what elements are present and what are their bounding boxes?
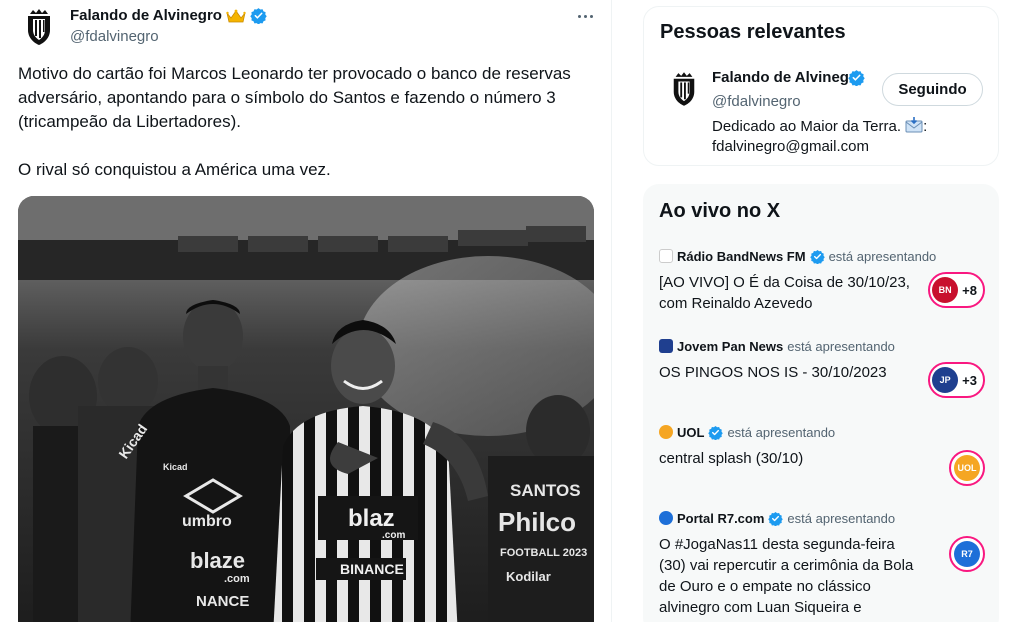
crown-icon	[226, 9, 246, 22]
jersey-kicad-chest: Kicad	[163, 462, 188, 472]
banner-text-philco: Philco	[498, 507, 576, 537]
r7-source-icon	[659, 511, 673, 525]
live-title[interactable]: OS PINGOS NOS IS - 30/10/2023	[659, 362, 917, 383]
live-source-name[interactable]: Rádio BandNews FM	[677, 249, 806, 264]
tweet-photo[interactable]: SANTOS Philco FOOTBALL 2023 Kodilar Kica…	[18, 196, 594, 622]
santos-crest-icon	[673, 72, 695, 106]
more-options-icon[interactable]	[574, 6, 596, 26]
live-panel-title: Ao vivo no X	[659, 200, 781, 222]
jersey-umbro: umbro	[182, 513, 232, 530]
person-handle[interactable]: @fdalvinegro	[712, 93, 801, 110]
tweet-author[interactable]: Falando de Alvinegro @fdalvinegro	[70, 7, 267, 45]
person-avatar[interactable]	[664, 69, 704, 109]
person-name-row[interactable]: Falando de Alvinegro	[712, 69, 865, 86]
live-hosts-button[interactable]: BN +8	[928, 272, 985, 308]
host-avatar: JP	[932, 367, 959, 393]
person-bio-text: Dedicado ao Maior da Terra.	[712, 118, 901, 135]
jovem-pan-source-icon	[659, 339, 673, 353]
live-title[interactable]: O #JogaNas11 desta segunda-feira (30) va…	[659, 534, 917, 618]
live-item[interactable]: UOL está apresentando central splash (30…	[659, 424, 989, 469]
tweet-text: Motivo do cartão foi Marcos Leonardo ter…	[18, 64, 571, 179]
verified-badge-icon	[250, 8, 267, 24]
live-source-name[interactable]: UOL	[677, 425, 704, 440]
envelope-icon	[905, 117, 923, 133]
live-status: está apresentando	[727, 424, 836, 440]
live-source-name[interactable]: Jovem Pan News	[677, 339, 783, 354]
relevant-people-title: Pessoas relevantes	[660, 21, 846, 43]
verified-badge-icon	[809, 249, 825, 264]
verified-badge-icon	[708, 425, 724, 440]
verified-badge-icon	[848, 70, 865, 86]
jersey-binance: BINANCE	[340, 561, 404, 577]
live-title[interactable]: [AO VIVO] O É da Coisa de 30/10/23, com …	[659, 272, 917, 314]
uol-source-icon	[659, 425, 673, 439]
person-name[interactable]: Falando de Alvinegro	[712, 69, 848, 86]
live-hosts-button[interactable]: UOL	[949, 450, 985, 486]
person-bio: Dedicado ao Maior da Terra. : fdalvinegr…	[712, 117, 928, 155]
live-title[interactable]: central splash (30/10)	[659, 448, 917, 469]
jersey-blaze: blaze	[190, 548, 245, 573]
live-hosts-button[interactable]: R7	[949, 536, 985, 572]
live-status: está apresentando	[787, 338, 895, 354]
jersey-blaz: blaz	[348, 505, 395, 532]
jersey-nance: NANCE	[196, 593, 249, 610]
santos-crest-icon	[28, 9, 50, 45]
live-status: está apresentando	[787, 510, 896, 526]
tweet-card: Falando de Alvinegro @fdalvinegro Motivo…	[0, 0, 612, 622]
person-bio-email[interactable]: fdalvinegro@gmail.com	[712, 138, 869, 155]
live-panel: Ao vivo no X Rádio BandNews FM está apre…	[643, 184, 999, 622]
photo-scene: SANTOS Philco FOOTBALL 2023 Kodilar Kica…	[18, 196, 594, 622]
hosts-count: +3	[962, 372, 977, 388]
relevant-people-panel: Pessoas relevantes Falando de Alvinegro …	[643, 6, 999, 166]
live-source-name[interactable]: Portal R7.com	[677, 511, 764, 526]
banner-text-kodilar: Kodilar	[506, 569, 551, 584]
jersey-blaze-com: .com	[224, 573, 250, 585]
banner-text-football: FOOTBALL 2023	[500, 547, 587, 559]
live-item[interactable]: Portal R7.com está apresentando O #JogaN…	[659, 510, 989, 618]
verified-badge-icon	[768, 511, 784, 526]
jersey-blaz-com: .com	[382, 530, 405, 541]
host-avatar: UOL	[954, 455, 980, 481]
host-avatar: BN	[932, 277, 959, 303]
live-hosts-button[interactable]: JP +3	[928, 362, 985, 398]
hosts-count: +8	[962, 282, 977, 298]
radio-source-icon	[659, 249, 673, 263]
author-handle[interactable]: @fdalvinegro	[70, 28, 267, 45]
author-avatar[interactable]	[18, 6, 60, 48]
host-avatar: R7	[954, 541, 980, 567]
author-display-name[interactable]: Falando de Alvinegro	[70, 7, 222, 24]
following-button[interactable]: Seguindo	[882, 73, 983, 106]
live-status: está apresentando	[828, 248, 937, 264]
banner-text-santos: SANTOS	[510, 481, 581, 500]
